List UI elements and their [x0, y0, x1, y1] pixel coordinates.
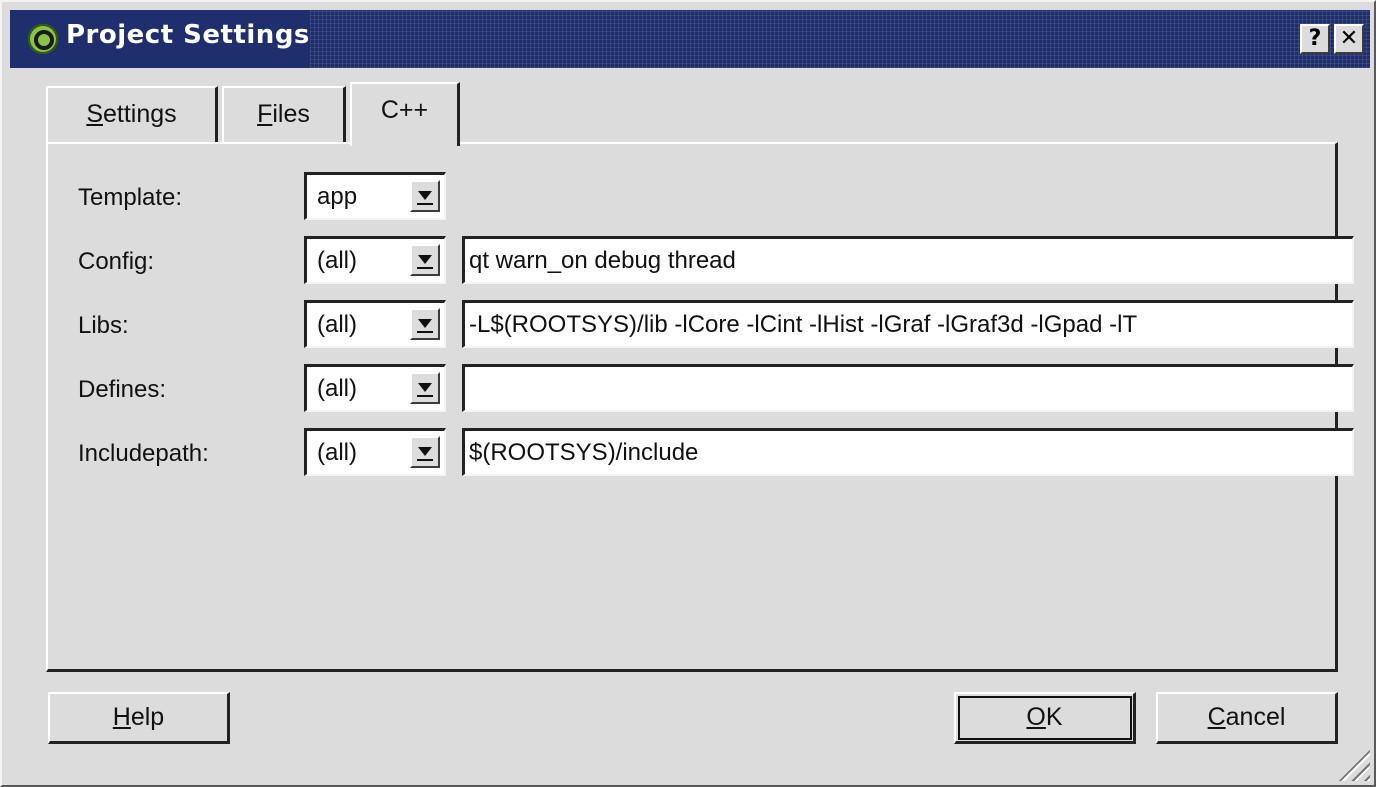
includepath-scope-value: (all) — [317, 439, 357, 466]
defines-field[interactable] — [462, 364, 1354, 412]
close-button[interactable]: ✕ — [1334, 24, 1364, 54]
cpp-tab-panel: Template: app Config: (all) qt warn_on d… — [46, 142, 1354, 672]
libs-scope-value: (all) — [317, 311, 357, 338]
chevron-down-icon[interactable] — [410, 436, 440, 468]
libs-label: Libs: — [78, 312, 129, 339]
defines-label: Defines: — [78, 376, 167, 403]
libs-scope-select[interactable]: (all) — [304, 300, 446, 348]
qt-app-icon — [28, 24, 58, 54]
libs-field[interactable]: -L$(ROOTSYS)/lib -lCore -lCint -lHist -l… — [462, 300, 1354, 348]
includepath-field[interactable]: $(ROOTSYS)/include — [462, 428, 1354, 476]
libs-field-value: -L$(ROOTSYS)/lib -lCore -lCint -lHist -l… — [469, 311, 1138, 338]
chevron-down-icon[interactable] — [410, 180, 440, 212]
config-field[interactable]: qt warn_on debug thread — [462, 236, 1354, 284]
window-title: Project Settings — [66, 20, 310, 50]
defines-scope-value: (all) — [317, 375, 357, 402]
includepath-field-value: $(ROOTSYS)/include — [469, 439, 699, 466]
chevron-down-icon[interactable] — [410, 244, 440, 276]
tab-cpp[interactable]: C++ — [350, 82, 460, 146]
ok-button[interactable]: OK — [954, 692, 1136, 744]
includepath-scope-select[interactable]: (all) — [304, 428, 446, 476]
tab-settings[interactable]: Settings — [46, 86, 218, 142]
chevron-down-icon[interactable] — [410, 372, 440, 404]
config-label: Config: — [78, 248, 155, 275]
tab-files[interactable]: Files — [222, 86, 346, 142]
config-scope-select[interactable]: (all) — [304, 236, 446, 284]
template-select[interactable]: app — [304, 172, 446, 220]
project-settings-dialog: Project Settings ? ✕ Settings Files C++ … — [0, 0, 1376, 787]
resize-grip-icon[interactable] — [1338, 749, 1370, 781]
help-button[interactable]: Help — [48, 692, 230, 744]
config-field-value: qt warn_on debug thread — [469, 247, 736, 274]
cancel-button[interactable]: Cancel — [1156, 692, 1338, 744]
context-help-button[interactable]: ? — [1300, 24, 1330, 54]
config-scope-value: (all) — [317, 247, 357, 274]
chevron-down-icon[interactable] — [410, 308, 440, 340]
template-value: app — [317, 183, 358, 210]
defines-scope-select[interactable]: (all) — [304, 364, 446, 412]
title-bar[interactable]: Project Settings ? ✕ — [10, 10, 1370, 68]
template-label: Template: — [78, 184, 183, 211]
includepath-label: Includepath: — [78, 440, 209, 467]
